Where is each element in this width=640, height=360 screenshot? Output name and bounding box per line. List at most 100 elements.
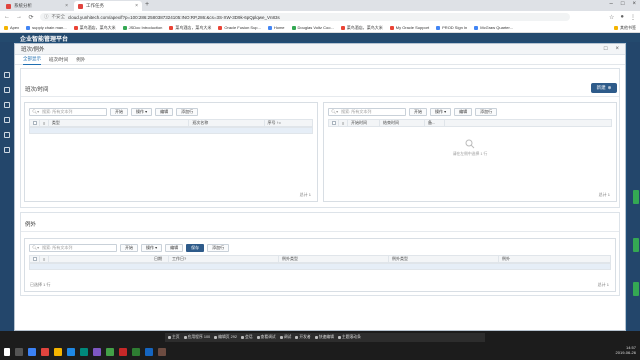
star-icon[interactable]: ☆ <box>609 14 614 21</box>
nav-list-icon[interactable] <box>4 87 10 93</box>
tab-exception[interactable]: 例外 <box>76 55 85 65</box>
minimize-icon[interactable]: – <box>610 1 613 7</box>
app-icon[interactable] <box>119 348 127 356</box>
column-header[interactable]: 工作日? <box>169 255 279 263</box>
new-tab-icon[interactable]: + <box>145 1 149 8</box>
edit-button[interactable]: 编辑 <box>454 107 473 116</box>
side-widget[interactable] <box>633 238 639 252</box>
chrome-icon[interactable] <box>41 348 49 356</box>
excel-icon[interactable] <box>132 348 140 356</box>
tab-shift-time[interactable]: 班次/时间 <box>49 55 68 65</box>
explorer-icon[interactable] <box>28 348 36 356</box>
actions-menu[interactable]: 操作 ▾ <box>141 243 163 252</box>
close-window-icon[interactable]: × <box>632 1 636 7</box>
actions-menu[interactable]: 操作 ▾ <box>430 107 452 116</box>
table-row[interactable] <box>29 263 611 270</box>
bookmark-item[interactable]: 菜鸟酒店，菜鸟大米 <box>169 25 211 31</box>
dev-quick-edit[interactable]: 快速编辑 <box>314 335 334 340</box>
search-icon[interactable] <box>15 348 23 356</box>
bookmark-item[interactable]: My Oracle Support <box>389 25 429 30</box>
column-header[interactable]: 开始时间 <box>348 119 380 127</box>
folder-icon[interactable] <box>54 348 62 356</box>
nav-chart-icon[interactable] <box>4 102 10 108</box>
wechat-icon[interactable] <box>106 348 114 356</box>
column-header[interactable]: 日期 <box>49 255 169 263</box>
new-button[interactable]: 新建 ⊕ <box>591 83 617 93</box>
app-icon[interactable] <box>158 348 166 356</box>
edit-button[interactable]: 编辑 <box>155 107 174 116</box>
dev-home[interactable]: 主页 <box>168 335 180 340</box>
bookmark-item[interactable]: Apex <box>4 25 19 30</box>
dev-edit-page[interactable]: 编辑页 292 <box>214 335 237 340</box>
column-header[interactable]: 备... <box>425 119 445 127</box>
column-header[interactable]: 例外类型 <box>389 255 499 263</box>
nav-user-icon[interactable] <box>4 117 10 123</box>
go-button[interactable]: 开始 <box>409 107 427 116</box>
bookmark-item[interactable]: 菜鸟酒店，菜鸟大米 <box>73 25 116 31</box>
column-header[interactable]: 结束时间 <box>380 119 425 127</box>
dev-application[interactable]: 应用程序 100 <box>183 335 210 340</box>
dev-developer[interactable]: 开发者 <box>295 335 311 340</box>
add-row-button[interactable]: 添加行 <box>475 107 498 116</box>
dev-session[interactable]: 会话 <box>240 335 253 340</box>
table-row[interactable] <box>29 127 313 134</box>
select-all-checkbox[interactable] <box>329 119 339 127</box>
column-header[interactable]: 班次名称 <box>189 119 265 127</box>
bookmark-item[interactable]: Oracle Fusion Sup... <box>218 25 261 30</box>
menu-icon[interactable]: ⋮ <box>630 14 636 21</box>
edit-button[interactable]: 编辑 <box>165 243 184 252</box>
side-widget[interactable] <box>633 190 639 204</box>
bookmark-item[interactable]: 菜鸟酒店，菜鸟大米 <box>340 25 383 31</box>
select-all-checkbox[interactable] <box>30 119 40 127</box>
nav-folder-icon[interactable] <box>4 147 10 153</box>
search-input[interactable]: 🔍︎▾ 搜索: 所有文本列 <box>29 107 107 116</box>
back-icon[interactable]: ← <box>4 14 10 20</box>
side-widget[interactable] <box>633 282 639 296</box>
browser-tab-2[interactable]: 工作任务 × <box>74 1 142 11</box>
bookmark-item[interactable]: Douglas Voltz Coo... <box>291 25 334 30</box>
maximize-icon[interactable]: □ <box>604 46 608 52</box>
save-button[interactable]: 保存 <box>186 243 205 252</box>
dev-view-debug[interactable]: 查看调试 <box>256 335 276 340</box>
tab-show-all[interactable]: 全部显示 <box>23 55 41 65</box>
column-header[interactable]: 序号 ↑= <box>265 119 313 127</box>
word-icon[interactable] <box>145 348 153 356</box>
actions-menu[interactable]: 操作 ▾ <box>131 107 153 116</box>
nav-settings-icon[interactable] <box>4 132 10 138</box>
search-input[interactable]: 🔍︎▾ 搜索: 所有文本列 <box>29 243 117 252</box>
dev-debug[interactable]: 调试 <box>279 335 291 340</box>
app-icon[interactable] <box>93 348 101 356</box>
close-icon[interactable]: × <box>615 46 619 52</box>
bookmark-item[interactable]: supply chain man... <box>26 25 67 30</box>
dev-theme-roller[interactable]: 主题滚动条 <box>337 335 361 340</box>
bookmark-item[interactable]: Home <box>267 25 285 30</box>
close-icon[interactable]: × <box>65 3 68 9</box>
edge-icon[interactable] <box>67 348 75 356</box>
forward-icon[interactable]: → <box>16 14 22 20</box>
address-bar[interactable]: ⓘ 不安全 cloud.yunhitech.com/apex/f?p=100:2… <box>40 13 570 21</box>
app-icon[interactable] <box>80 348 88 356</box>
bookmark-other[interactable]: 其他书签 <box>614 25 636 31</box>
nav-home-icon[interactable] <box>4 72 10 78</box>
add-row-button[interactable]: 添加行 <box>207 243 230 252</box>
time-grid: 🔍︎▾ 搜索: 所有文本列 开始 操作 ▾ 编辑 添加行 ≡ 开始时间 结束时间… <box>323 102 617 202</box>
profile-icon[interactable]: ● <box>620 14 624 21</box>
add-row-button[interactable]: 添加行 <box>176 107 199 116</box>
go-button[interactable]: 开始 <box>110 107 128 116</box>
bookmark-item[interactable]: PROD Sign In <box>436 25 467 30</box>
bookmark-item[interactable]: JSDoc Introduction <box>122 25 162 30</box>
browser-tab-1[interactable]: 系统分析 × <box>2 1 72 11</box>
system-tray-clock[interactable]: 14:57 2019-06-26 <box>616 345 636 355</box>
maximize-icon[interactable]: □ <box>621 1 625 7</box>
select-all-checkbox[interactable] <box>30 255 40 263</box>
search-input[interactable]: 🔍︎▾ 搜索: 所有文本列 <box>328 107 406 116</box>
go-button[interactable]: 开始 <box>120 243 138 252</box>
column-header[interactable]: 例外 <box>499 255 609 263</box>
bookmark-item[interactable]: McGraw Quarter... <box>474 25 513 30</box>
windows-start-icon[interactable] <box>4 348 10 356</box>
empty-message: 请在左侧中选择 1 行 <box>452 152 488 156</box>
column-header[interactable]: 类型 <box>49 119 190 127</box>
reload-icon[interactable]: ⟳ <box>28 14 34 21</box>
column-header[interactable]: 例外类型 <box>279 255 389 263</box>
close-icon[interactable]: × <box>135 3 138 9</box>
